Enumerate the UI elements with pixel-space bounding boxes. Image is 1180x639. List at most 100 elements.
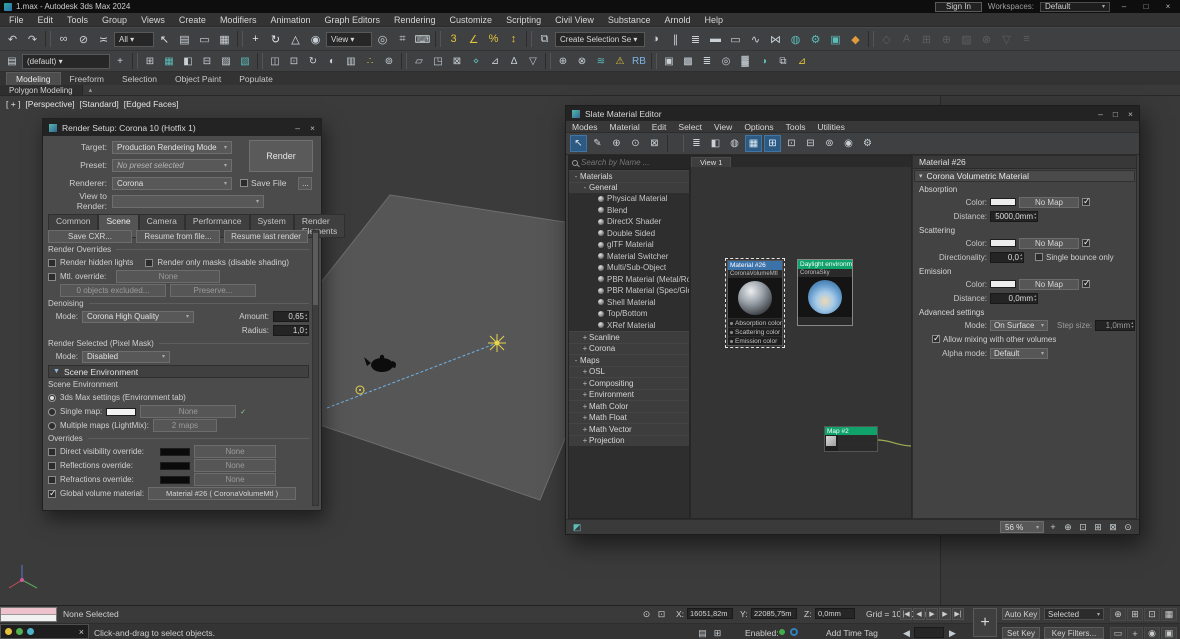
named-selection-sets-dropdown[interactable]: Create Selection Se ▾	[555, 32, 645, 47]
previous-key-icon[interactable]: ◀	[900, 627, 913, 639]
tree-expander-icon[interactable]: -	[572, 356, 580, 365]
tree-expander-icon[interactable]: +	[581, 367, 589, 376]
close-icon[interactable]: ×	[1128, 109, 1133, 119]
select-and-manipulate-icon[interactable]: ⌗	[393, 30, 412, 49]
node-slot[interactable]: Emission color	[728, 336, 782, 345]
browser-tree-item[interactable]: Multi/Sub-Object	[569, 262, 689, 274]
window-crossing-icon[interactable]: ▦	[215, 30, 234, 49]
maximize-viewport-icon[interactable]: ▣	[1161, 627, 1177, 639]
boxed-x-icon[interactable]: ⊠	[448, 53, 466, 70]
diagonal-square-icon[interactable]: ▧	[236, 53, 254, 70]
single-map-none-button[interactable]: None	[140, 405, 236, 418]
ribbon-tab[interactable]: Object Paint	[166, 73, 230, 85]
slate-titlebar[interactable]: Slate Material Editor –□×	[566, 106, 1139, 121]
reflections-override-checkbox[interactable]	[48, 462, 56, 470]
resume-from-file-button[interactable]: Resume from file...	[136, 230, 220, 243]
triangle-icon[interactable]: ⊿	[486, 53, 504, 70]
mtl-override-checkbox[interactable]	[48, 273, 56, 281]
menu-item[interactable]: Modifiers	[213, 15, 264, 25]
waves-icon[interactable]: ≋	[592, 53, 610, 70]
ribbon-collapse-icon[interactable]: ▴	[89, 86, 93, 94]
down-triangle-icon[interactable]: ▽	[524, 53, 542, 70]
refresh-icon[interactable]: ↻	[304, 53, 322, 70]
refractions-override-checkbox[interactable]	[48, 476, 56, 484]
menu-item[interactable]: Graph Editors	[317, 15, 387, 25]
split-square-icon[interactable]: ◫	[266, 53, 284, 70]
node-canvas[interactable]: Material #26 CoronaVolumeMtl Absorption …	[691, 167, 911, 518]
node-header[interactable]: Map #2	[825, 427, 877, 435]
minimize-icon[interactable]: –	[1098, 109, 1103, 119]
global-volume-material-button[interactable]: Material #26 ( CoronaVolumeMtl )	[148, 487, 296, 500]
layout-children-icon[interactable]: ⊟	[802, 135, 819, 152]
filled-box-icon[interactable]: ▣	[660, 53, 678, 70]
maximize-button[interactable]: □	[1138, 2, 1154, 11]
select-and-place-icon[interactable]: ◉	[306, 30, 325, 49]
add-icon[interactable]: +	[973, 608, 997, 637]
bars-icon[interactable]: ≣	[698, 53, 716, 70]
gradient-square-icon[interactable]: ▓	[736, 53, 754, 70]
browser-tree-item[interactable]: Blend	[569, 205, 689, 217]
dots-icon[interactable]: ∴	[361, 53, 379, 70]
lined-square-icon[interactable]: ▥	[342, 53, 360, 70]
notification-icon-2[interactable]	[16, 628, 23, 635]
menu-item[interactable]: Group	[95, 15, 134, 25]
enabled-status-icon[interactable]	[779, 629, 785, 635]
listener-field[interactable]	[1, 615, 56, 621]
ribbon-tab[interactable]: Populate	[230, 73, 282, 85]
project-folder-icon[interactable]: ▽	[997, 30, 1016, 49]
tree-expander-icon[interactable]: +	[581, 413, 589, 422]
browser-tree-item[interactable]: Physical Material	[569, 193, 689, 205]
node-view[interactable]: View 1 Material #26 CoronaVolumeMtl Abso…	[690, 155, 912, 519]
half-square-icon[interactable]: ◧	[179, 53, 197, 70]
tree-expander-icon[interactable]: +	[581, 344, 589, 353]
tree-expander-icon[interactable]: -	[572, 172, 580, 181]
parallelogram-icon[interactable]: ▱	[410, 53, 428, 70]
state-sets-icon[interactable]: ⊞	[917, 30, 936, 49]
mtl-override-none-button[interactable]: None	[116, 270, 220, 283]
zoom-icon[interactable]: ⊕	[1110, 608, 1126, 621]
ribbon-tab[interactable]: Selection	[113, 73, 166, 85]
target-dropdown[interactable]: Production Rendering Mode▾	[112, 141, 232, 154]
show-background-icon[interactable]: ▦	[745, 135, 762, 152]
scattering-map-checkbox[interactable]	[1082, 239, 1090, 247]
browser-tree-item[interactable]: Material Switcher	[569, 251, 689, 263]
preset-dropdown[interactable]: No preset selected▾	[112, 159, 232, 172]
single-map-color-swatch[interactable]	[106, 408, 136, 416]
absorption-distance-spinner[interactable]: 5000,0mm▴▾	[990, 211, 1038, 222]
go-to-end-icon[interactable]: ▶|	[952, 608, 964, 620]
tree-expander-icon[interactable]: +	[581, 402, 589, 411]
menu-item[interactable]: Substance	[601, 15, 658, 25]
boxed-minus-icon[interactable]: ⊟	[198, 53, 216, 70]
node-slot[interactable]	[838, 435, 877, 443]
browser-tree-item[interactable]: glTF Material	[569, 239, 689, 251]
pick-material-from-object-icon[interactable]: ✎	[589, 135, 606, 152]
viewport-label-item[interactable]: [Edged Faces]	[124, 99, 179, 109]
play-animation-icon[interactable]: ▶	[926, 608, 938, 620]
viewport-label-item[interactable]: [ + ]	[6, 99, 20, 109]
browser-tree-item[interactable]: + Projection	[569, 435, 689, 447]
menu-item[interactable]: Civil View	[548, 15, 601, 25]
menu-item[interactable]: Views	[134, 15, 172, 25]
env-multiple-maps-radio[interactable]	[48, 422, 56, 430]
browser-tree-item[interactable]: + Corona	[569, 343, 689, 355]
menu-item[interactable]: Edit	[31, 15, 61, 25]
select-and-scale-icon[interactable]: △	[286, 30, 305, 49]
z-coordinate-field[interactable]: 0,0mm	[815, 608, 855, 619]
node-header[interactable]: Material #26	[728, 261, 782, 270]
minimize-icon[interactable]: –	[295, 123, 300, 133]
ribbon-tab[interactable]: Modeling	[6, 72, 61, 85]
node-header[interactable]: Daylight environment	[798, 260, 852, 269]
node-slot[interactable]	[838, 443, 877, 451]
maximize-icon[interactable]: □	[1113, 109, 1118, 119]
viewport-label-item[interactable]: [Standard]	[80, 99, 119, 109]
close-button[interactable]: ×	[1160, 2, 1176, 11]
reference-coordinate-dropdown[interactable]: View ▾	[326, 32, 372, 47]
tree-expander-icon[interactable]: +	[581, 333, 589, 342]
boxed-dot-icon[interactable]: ⊡	[285, 53, 303, 70]
slate-menu-item[interactable]: Utilities	[811, 122, 850, 132]
socket-icon[interactable]	[730, 331, 733, 334]
isolate-selection-icon[interactable]: ⊙	[640, 608, 653, 620]
browser-tree-item[interactable]: Double Sided	[569, 228, 689, 240]
grid-box-icon[interactable]: ▦	[160, 53, 178, 70]
adaptive-degradation-icon[interactable]	[790, 628, 798, 636]
